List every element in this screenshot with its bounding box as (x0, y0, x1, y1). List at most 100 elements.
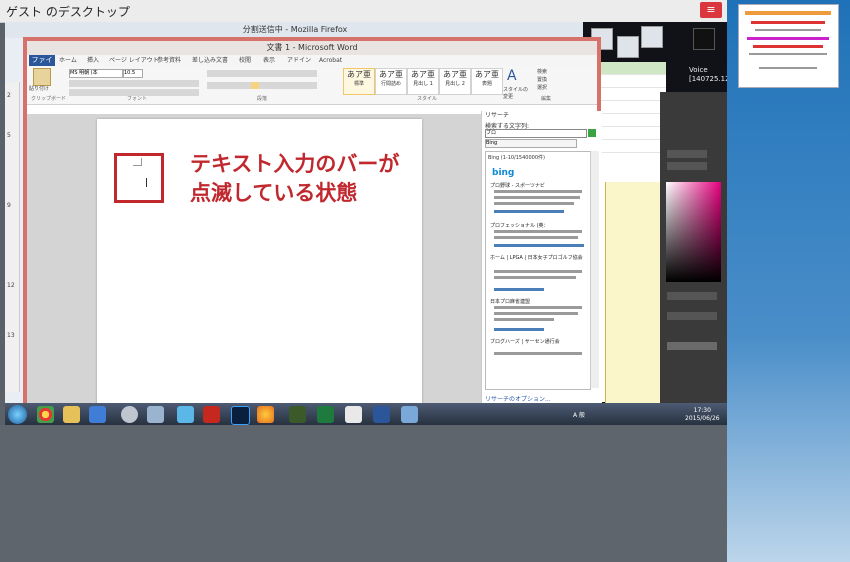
font-name-select[interactable]: MS 明朝 (本 (69, 69, 123, 78)
font-size-select[interactable]: 10.5 (123, 69, 143, 78)
ps-layer-row[interactable] (667, 312, 717, 320)
excel-icon[interactable] (317, 406, 334, 423)
ps-slider[interactable] (667, 162, 707, 170)
result-title[interactable]: 日本プロ麻雀連盟 (490, 298, 530, 305)
word-window: 文書 1 - Microsoft Word ファイル ホーム 挿入 ページ レイ… (23, 37, 602, 411)
search-go-icon[interactable] (588, 129, 596, 137)
word-title: 文書 1 - Microsoft Word (27, 41, 597, 55)
group-label-font: フォント (127, 96, 148, 102)
select-button[interactable]: 選択 (537, 84, 547, 91)
window-app-icon[interactable] (147, 406, 164, 423)
taskbar: A 般 17:30 2015/06/26 (5, 403, 727, 425)
group-label-styles: スタイル (417, 96, 438, 102)
tab-review[interactable]: 校閲 (239, 55, 251, 66)
audio-file-icon[interactable] (693, 28, 715, 50)
desktop-icon-label: Voice [140725.121... (689, 66, 727, 84)
result-title[interactable]: プロ野球 - スポーツナビ (490, 182, 545, 189)
hamburger-icon[interactable]: ≡ (700, 2, 722, 18)
result-title[interactable]: ホーム | LPGA | 日本女子プロゴルフ協会 (490, 254, 586, 261)
tab-file[interactable]: ファイル (29, 55, 55, 75)
group-label-editing: 編集 (541, 96, 552, 102)
tab-home[interactable]: ホーム (59, 55, 77, 66)
research-options-link[interactable]: リサーチのオプション... (485, 394, 551, 403)
cursor-highlight-box (114, 153, 164, 203)
desktop-file-icon[interactable] (641, 26, 663, 48)
color-picker[interactable] (666, 182, 721, 282)
desktop-file-icon[interactable] (617, 36, 639, 58)
chat-icon[interactable] (121, 406, 138, 423)
tab-addins[interactable]: アドイン (287, 55, 311, 66)
remote-screen: 分割送信中 - Mozilla Firefox Voice [140725.1 2… (5, 22, 727, 425)
ps-slider[interactable] (667, 150, 707, 158)
clock[interactable]: 17:30 2015/06/26 (685, 407, 720, 423)
firefox-icon[interactable] (257, 406, 274, 423)
tab-acrobat[interactable]: Acrobat (319, 55, 342, 66)
style-heading2[interactable]: あア亜 見出し 2 (439, 68, 471, 95)
style-no-spacing[interactable]: あア亜 行間詰め (375, 68, 407, 95)
chrome-icon[interactable] (37, 406, 54, 423)
tab-insert[interactable]: 挿入 (87, 55, 99, 66)
result-title[interactable]: ブログハーズ | サーセン通行会 (490, 338, 586, 345)
photoshop-icon[interactable] (231, 406, 250, 425)
style-normal[interactable]: あア亜 標準 (343, 68, 375, 95)
remote-desktop-icon[interactable] (401, 406, 418, 423)
research-title: リサーチ (485, 112, 510, 119)
voice-label-line1: Voice (689, 66, 708, 74)
thumbnail-preview[interactable] (738, 4, 839, 88)
results-header: Bing (1-10/1540000件) (488, 155, 545, 161)
ribbon: 貼り付け MS 明朝 (本 10.5 あア亜 標準 あア亜 行間詰め あア亜 見出し … (27, 66, 597, 105)
remote-viewer-background (0, 425, 727, 562)
result-title[interactable]: プロフェッショナル (英： (490, 222, 549, 229)
tab-mailings[interactable]: 差し込み文書 (192, 55, 228, 66)
ribbon-tabs: ファイル ホーム 挿入 ページ レイアウト 参考資料 差し込み文書 校閲 表示 … (27, 55, 597, 75)
replace-button[interactable]: 置換 (537, 76, 547, 83)
change-styles-icon[interactable]: A (507, 68, 517, 84)
ime-indicator[interactable]: A 般 (573, 410, 585, 419)
voice-label-line2: [140725.121... (689, 75, 727, 83)
find-button[interactable]: 検索 (537, 68, 547, 75)
filezilla-icon[interactable] (203, 406, 220, 423)
explorer-folder-icon[interactable] (63, 406, 80, 423)
tab-references[interactable]: 参考資料 (157, 55, 181, 66)
research-source-select[interactable]: Bing (485, 139, 577, 148)
paste-icon[interactable] (33, 68, 51, 86)
highlighted-cells (605, 182, 661, 412)
remote-window-titlebar: ゲスト のデスクトップ (0, 0, 727, 23)
start-button-icon[interactable] (8, 405, 27, 424)
research-search-input[interactable]: ブロ (485, 129, 587, 138)
network-app-icon[interactable] (177, 406, 194, 423)
research-pane: リサーチ 検索する文字列: ブロ Bing Bing (1-10/1540000… (481, 111, 602, 411)
tab-view[interactable]: 表示 (263, 55, 275, 66)
font-format-buttons[interactable] (69, 80, 199, 87)
dreamweaver-icon[interactable] (289, 406, 306, 423)
research-results: Bing (1-10/1540000件) bing プロ野球 - スポーツナビ … (485, 151, 591, 390)
ps-layer-row[interactable] (667, 292, 717, 300)
firefox-title: 分割送信中 - Mozilla Firefox (5, 22, 585, 38)
style-title[interactable]: あア亜 表題 (471, 68, 503, 95)
background-row-headers: 2 5 9 12 13 (5, 82, 20, 392)
acrobat-icon[interactable] (345, 406, 362, 423)
change-styles-label[interactable]: スタイルの変更 (503, 86, 529, 100)
group-label-paragraph: 段落 (257, 96, 268, 102)
cursor-corner-mark (141, 158, 142, 166)
remote-window-title: ゲスト のデスクトップ (6, 5, 130, 19)
results-scrollbar[interactable] (590, 151, 599, 388)
clock-time: 17:30 (693, 407, 711, 414)
style-heading1[interactable]: あア亜 見出し 1 (407, 68, 439, 95)
clock-date: 2015/06/26 (685, 415, 720, 422)
annotation-line-1: テキスト入力のバーが (190, 152, 400, 176)
paragraph-list-buttons[interactable] (207, 70, 317, 77)
paste-button-label[interactable]: 貼り付け (29, 85, 49, 92)
ps-layer-row[interactable] (667, 342, 717, 350)
group-label-clipboard: クリップボード (31, 96, 67, 102)
thumbnail-content-icon (741, 7, 836, 85)
word-icon[interactable] (373, 406, 390, 423)
annotation-line-2: 点滅している状態 (190, 181, 358, 205)
annotation-callout: テキスト入力のバーが 点滅している状態 (190, 150, 450, 208)
paragraph-align-buttons[interactable] (207, 82, 317, 89)
cursor-corner-mark (133, 165, 141, 166)
thunderbird-icon[interactable] (89, 406, 106, 423)
text-cursor (146, 178, 147, 187)
tab-page-layout[interactable]: ページ レイアウト (109, 55, 159, 66)
align-justify-button[interactable] (251, 82, 259, 89)
